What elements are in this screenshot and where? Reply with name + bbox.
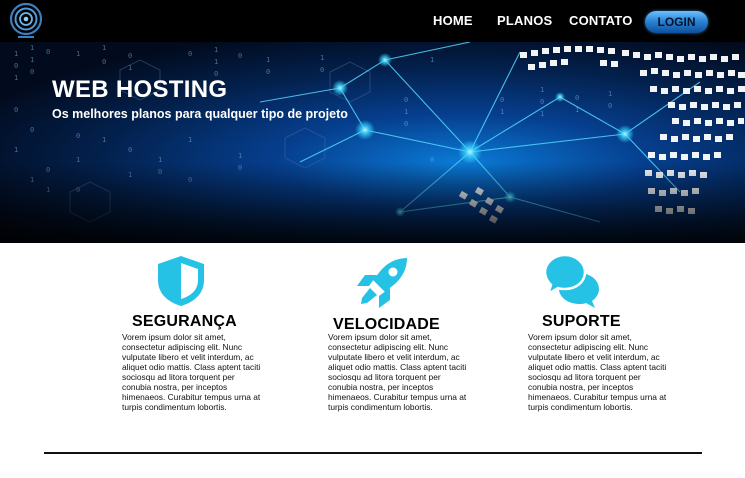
nav-link-planos[interactable]: PLANOS xyxy=(497,13,552,28)
svg-text:0: 0 xyxy=(540,98,544,106)
svg-text:0: 0 xyxy=(128,146,132,154)
hero-banner: 1 0 1 0 1 1 1 0 0 1 0 0 1 1 0 1 0 1 0 1 0 1 0 1 1 0 0 1 0 1 1 0… xyxy=(0,42,745,243)
svg-text:0: 0 xyxy=(404,120,408,128)
svg-text:0: 0 xyxy=(188,50,192,58)
hero-subtitle: Os melhores planos para qualquer tipo de… xyxy=(52,107,348,121)
svg-text:1: 1 xyxy=(320,54,324,62)
svg-text:0: 0 xyxy=(30,126,34,134)
svg-text:1: 1 xyxy=(102,136,106,144)
svg-text:1: 1 xyxy=(214,46,218,54)
svg-text:1: 1 xyxy=(266,56,270,64)
feature-title-suporte: SUPORTE xyxy=(542,313,621,330)
network-background-image: 1 0 1 0 1 1 1 0 0 1 0 0 1 1 0 1 0 1 0 1 0 1 0 1 1 0 0 1 0 1 1 0… xyxy=(0,42,745,243)
svg-text:1: 1 xyxy=(540,110,544,118)
hero-title: WEB HOSTING xyxy=(52,76,228,103)
svg-text:1: 1 xyxy=(30,56,34,64)
rocket-icon xyxy=(357,258,407,308)
svg-text:0: 0 xyxy=(500,96,504,104)
svg-text:1: 1 xyxy=(430,56,434,64)
svg-text:1: 1 xyxy=(30,44,34,52)
feature-text-suporte: Vorem ipsum dolor sit amet, consectetur … xyxy=(528,332,667,412)
svg-text:1: 1 xyxy=(540,86,544,94)
svg-text:0: 0 xyxy=(608,102,612,110)
svg-text:0: 0 xyxy=(404,96,408,104)
svg-text:1: 1 xyxy=(14,50,18,58)
svg-text:1: 1 xyxy=(214,58,218,66)
svg-text:1: 1 xyxy=(14,74,18,82)
chat-bubbles-icon xyxy=(543,253,599,308)
svg-text:1: 1 xyxy=(188,136,192,144)
svg-text:1: 1 xyxy=(238,152,242,160)
svg-text:0: 0 xyxy=(575,94,579,102)
svg-text:0: 0 xyxy=(320,66,324,74)
svg-text:1: 1 xyxy=(14,146,18,154)
svg-text:0: 0 xyxy=(102,58,106,66)
svg-text:1: 1 xyxy=(102,44,106,52)
svg-text:1: 1 xyxy=(500,108,504,116)
svg-text:0: 0 xyxy=(76,132,80,140)
shield-icon xyxy=(158,256,204,306)
feature-text-velocidade: Vorem ipsum dolor sit amet, consectetur … xyxy=(328,332,467,412)
svg-text:0: 0 xyxy=(30,68,34,76)
svg-text:0: 0 xyxy=(14,106,18,114)
rings-logo-icon[interactable] xyxy=(6,2,46,40)
svg-text:0: 0 xyxy=(46,48,50,56)
svg-text:1: 1 xyxy=(404,108,408,116)
svg-text:0: 0 xyxy=(14,62,18,70)
svg-text:0: 0 xyxy=(238,52,242,60)
svg-text:0: 0 xyxy=(266,68,270,76)
svg-text:0: 0 xyxy=(128,52,132,60)
nav-link-home[interactable]: HOME xyxy=(433,13,473,28)
nav-link-contato[interactable]: CONTATO xyxy=(569,13,633,28)
svg-text:1: 1 xyxy=(76,50,80,58)
top-navbar: HOME PLANOS CONTATO LOGIN xyxy=(0,0,745,42)
svg-text:1: 1 xyxy=(608,90,612,98)
feature-title-seguranca: SEGURANÇA xyxy=(132,313,237,330)
login-button[interactable]: LOGIN xyxy=(645,11,708,33)
section-divider xyxy=(44,452,702,454)
feature-text-seguranca: Vorem ipsum dolor sit amet, consectetur … xyxy=(122,332,261,412)
